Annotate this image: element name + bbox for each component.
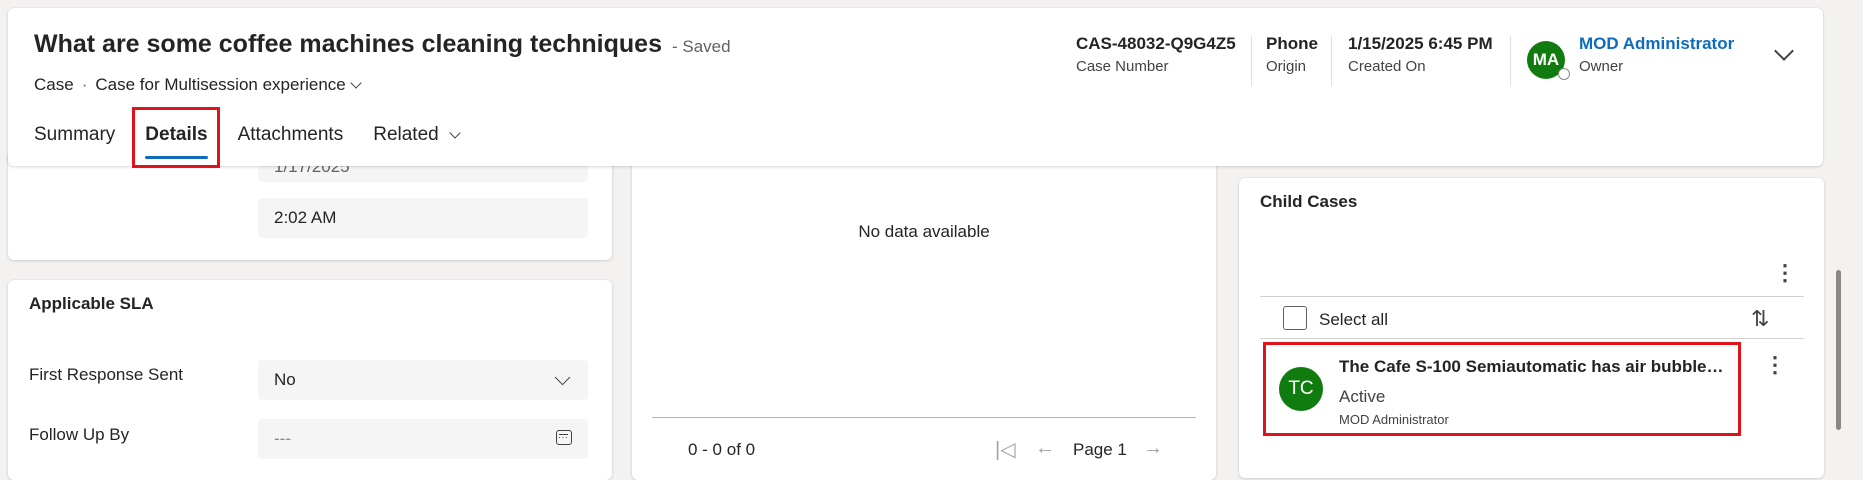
date-time-section: 1/17/2025 2:02 AM [8,150,612,260]
empty-state-text: No data available [858,222,990,241]
saved-status: - Saved [671,37,731,56]
separator-dot: · [81,75,88,94]
tab-list: Summary Details Attachments Related [34,116,489,159]
page-title: What are some coffee machines cleaning t… [34,30,662,58]
owner-link[interactable]: MOD Administrator [1579,34,1734,54]
related-grid: No data available 0 - 0 of 0 |◁ ← Page 1… [632,150,1216,480]
follow-up-label: Follow Up By [29,425,130,444]
chevron-down-icon [554,369,571,386]
origin-value: Phone [1266,34,1318,53]
first-response-label: First Response Sent [29,365,184,384]
first-page-icon[interactable]: |◁ [995,437,1016,462]
chevron-down-icon [449,127,461,139]
created-on-value: 1/15/2025 6:45 PM [1348,34,1493,53]
child-case-title[interactable]: The Cafe S-100 Semiautomatic has air bub… [1339,357,1731,377]
follow-up-date-field[interactable]: --- [258,419,588,459]
section-title: Child Cases [1260,192,1358,211]
divider [1260,338,1804,339]
tab-summary[interactable]: Summary [34,116,115,154]
child-case-status: Active [1339,387,1386,406]
calendar-icon[interactable] [556,430,572,445]
select-all-label: Select all [1319,310,1388,329]
chevron-down-icon [350,77,362,89]
scrollbar[interactable] [1836,270,1841,430]
entity-row: Case · Case for Multisession experience [34,75,362,95]
applicable-sla-section: Applicable SLA First Response Sent No Fo… [8,280,612,480]
divider [1260,296,1804,297]
tab-details[interactable]: Details [145,116,208,159]
follow-up-value: --- [274,429,291,448]
created-on-field: 1/15/2025 6:45 PM Created On [1348,34,1493,75]
form-name: Case for Multisession experience [95,75,346,94]
title-row: What are some coffee machines cleaning t… [34,30,731,59]
divider [652,417,1196,418]
divider [1331,36,1332,86]
time-field[interactable]: 2:02 AM [258,198,588,238]
first-response-value: No [274,370,296,389]
tab-related[interactable]: Related [373,116,461,154]
first-response-dropdown[interactable]: No [258,360,588,400]
more-options-icon[interactable]: ⋮ [1774,262,1796,284]
case-number-value: CAS-48032-Q9G4Z5 [1076,34,1236,53]
tab-related-label: Related [373,124,439,145]
expand-header-chevron-icon[interactable] [1774,41,1794,61]
owner-label: Owner [1579,58,1624,75]
child-case-owner: MOD Administrator [1339,412,1449,427]
tab-attachments[interactable]: Attachments [238,116,344,154]
case-header: What are some coffee machines cleaning t… [8,8,1823,166]
presence-status-icon [1558,68,1570,80]
list-item[interactable]: TC The Cafe S-100 Semiautomatic has air … [1264,343,1739,435]
sort-icon[interactable]: ⇅ [1751,306,1769,332]
divider [1510,36,1511,86]
row-more-options-icon[interactable]: ⋮ [1764,354,1786,376]
entity-name: Case [34,75,74,94]
case-number-label: Case Number [1076,58,1169,75]
divider [1251,36,1252,86]
record-count: 0 - 0 of 0 [688,440,756,459]
section-title: Applicable SLA [29,294,154,313]
next-page-icon[interactable]: → [1143,437,1163,460]
child-cases-section: Child Cases ⋮ Select all ⇅ TC The Cafe S… [1239,178,1824,478]
avatar: TC [1279,367,1323,411]
select-all-checkbox[interactable] [1283,306,1307,330]
origin-field: Phone Origin [1266,34,1318,75]
origin-label: Origin [1266,58,1307,75]
page-label: Page 1 [1073,440,1127,459]
previous-page-icon[interactable]: ← [1035,437,1055,460]
created-on-label: Created On [1348,58,1426,75]
case-number-field: CAS-48032-Q9G4Z5 Case Number [1076,34,1236,75]
form-selector[interactable]: Case for Multisession experience [95,75,362,95]
owner-field: MOD Administrator Owner [1579,34,1734,75]
